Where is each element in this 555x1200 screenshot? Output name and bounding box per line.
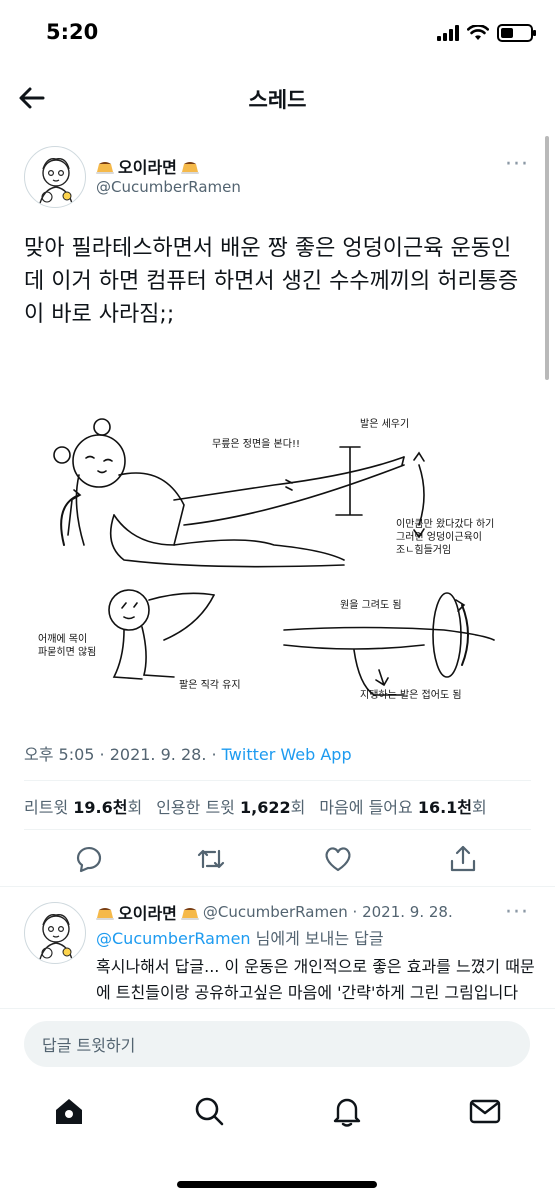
reply-to-suffix: 님에게 보내는 답글 [250,929,384,948]
illustration-label: 어깨에 목이 [38,633,87,645]
illustration-label: 조ㄴ힘들거임 [396,543,451,556]
status-time: 5:20 [46,20,99,44]
illustration-label: 그러면 엉덩이근육이 [396,531,482,543]
stat-label: 인용한 트윗 [156,798,235,817]
status-bar: 5:20 [0,0,555,70]
retweet-stat[interactable]: 리트윗 19.6천회 [24,794,142,818]
illustration-label: 지탱하는 발은 접어도 됨 [360,688,462,701]
retweet-icon[interactable] [195,843,227,875]
divider [24,780,531,781]
reply-input[interactable]: 답글 트윗하기 [24,1021,530,1067]
page-title: 스레드 [248,88,307,112]
author-handle[interactable]: @CucumberRamen [96,178,241,196]
pudding-emoji-icon [96,905,114,920]
tweet-meta: 오후 5:05 · 2021. 9. 28. · Twitter Web App [24,741,352,765]
reply-to-line: @CucumberRamen 님에게 보내는 답글 [96,925,384,949]
illustration-label: 발은 세우기 [360,418,409,430]
signal-icon [437,25,459,41]
pudding-emoji-icon [180,159,199,174]
like-stat[interactable]: 마음에 들어요 16.1천회 [319,794,486,818]
illustration-label: 원을 그려도 됨 [340,599,402,611]
stat-unit: 회 [127,798,143,817]
divider [0,886,555,887]
stat-label: 마음에 들어요 [319,798,413,817]
avatar[interactable] [24,146,86,208]
stat-value: 1,622 [239,798,291,817]
author-name-row[interactable]: 오이라면 [96,154,199,178]
tweet-timestamp: 오후 5:05 · 2021. 9. 28. · [24,745,222,764]
more-options-icon[interactable]: ··· [505,900,529,925]
stat-unit: 회 [472,798,487,817]
illustration-label: 팔은 직각 유지 [179,679,241,691]
quote-stat[interactable]: 인용한 트윗 1,622회 [156,794,305,818]
mention-link[interactable]: @CucumberRamen [96,929,251,948]
stat-value: 19.6천 [73,798,128,817]
home-icon[interactable] [52,1094,86,1128]
nav-bar: 스레드 [0,70,555,130]
avatar-drawing [38,158,74,207]
illustration-label: 무릎은 정면을 본다!! [212,438,300,450]
stat-label: 리트윗 [24,798,69,817]
stat-value: 16.1천 [417,798,473,817]
status-icons [437,24,536,42]
search-icon[interactable] [192,1094,226,1128]
reply-author-row[interactable]: 오이라면 @CucumberRamen · 2021. 9. 28. [96,900,453,924]
pudding-emoji-icon [96,159,114,174]
wifi-icon [467,25,489,40]
home-indicator[interactable] [177,1181,377,1188]
tweet-stats: 리트윗 19.6천회 인용한 트윗 1,622회 마음에 들어요 16.1천회 [24,794,487,818]
pudding-emoji-icon [180,905,199,920]
source-app-link[interactable]: Twitter Web App [222,745,352,764]
battery-icon [497,24,536,42]
share-icon[interactable] [447,843,479,875]
avatar-drawing [38,914,74,963]
like-icon[interactable] [322,843,354,875]
reply-author-name: 오이라면 [118,904,177,923]
reply-composer: 답글 트윗하기 [0,1008,555,1200]
tweet-image[interactable]: 무릎은 정면을 본다!! 발은 세우기 이만큼만 왔다갔다 하기 그러면 엉덩이… [24,395,524,715]
scrollbar[interactable] [545,136,549,380]
divider [24,829,531,830]
more-options-icon[interactable]: ··· [505,152,529,177]
reply-icon[interactable] [72,843,104,875]
reply-avatar[interactable] [24,902,86,964]
illustration-label: 파묻히면 않됨 [38,646,96,658]
messages-icon[interactable] [468,1094,502,1128]
tweet-text: 맞아 필라테스하면서 배운 짱 좋은 엉덩이근육 운동인데 이거 하면 컴퓨터 … [24,236,519,327]
tweet-actions [0,843,555,883]
author-name: 오이라면 [118,158,177,177]
stat-unit: 회 [290,798,306,817]
notifications-icon[interactable] [330,1094,364,1128]
illustration-label: 이만큼만 왔다갔다 하기 [396,517,494,530]
reply-handle-date: @CucumberRamen · 2021. 9. 28. [202,903,453,921]
